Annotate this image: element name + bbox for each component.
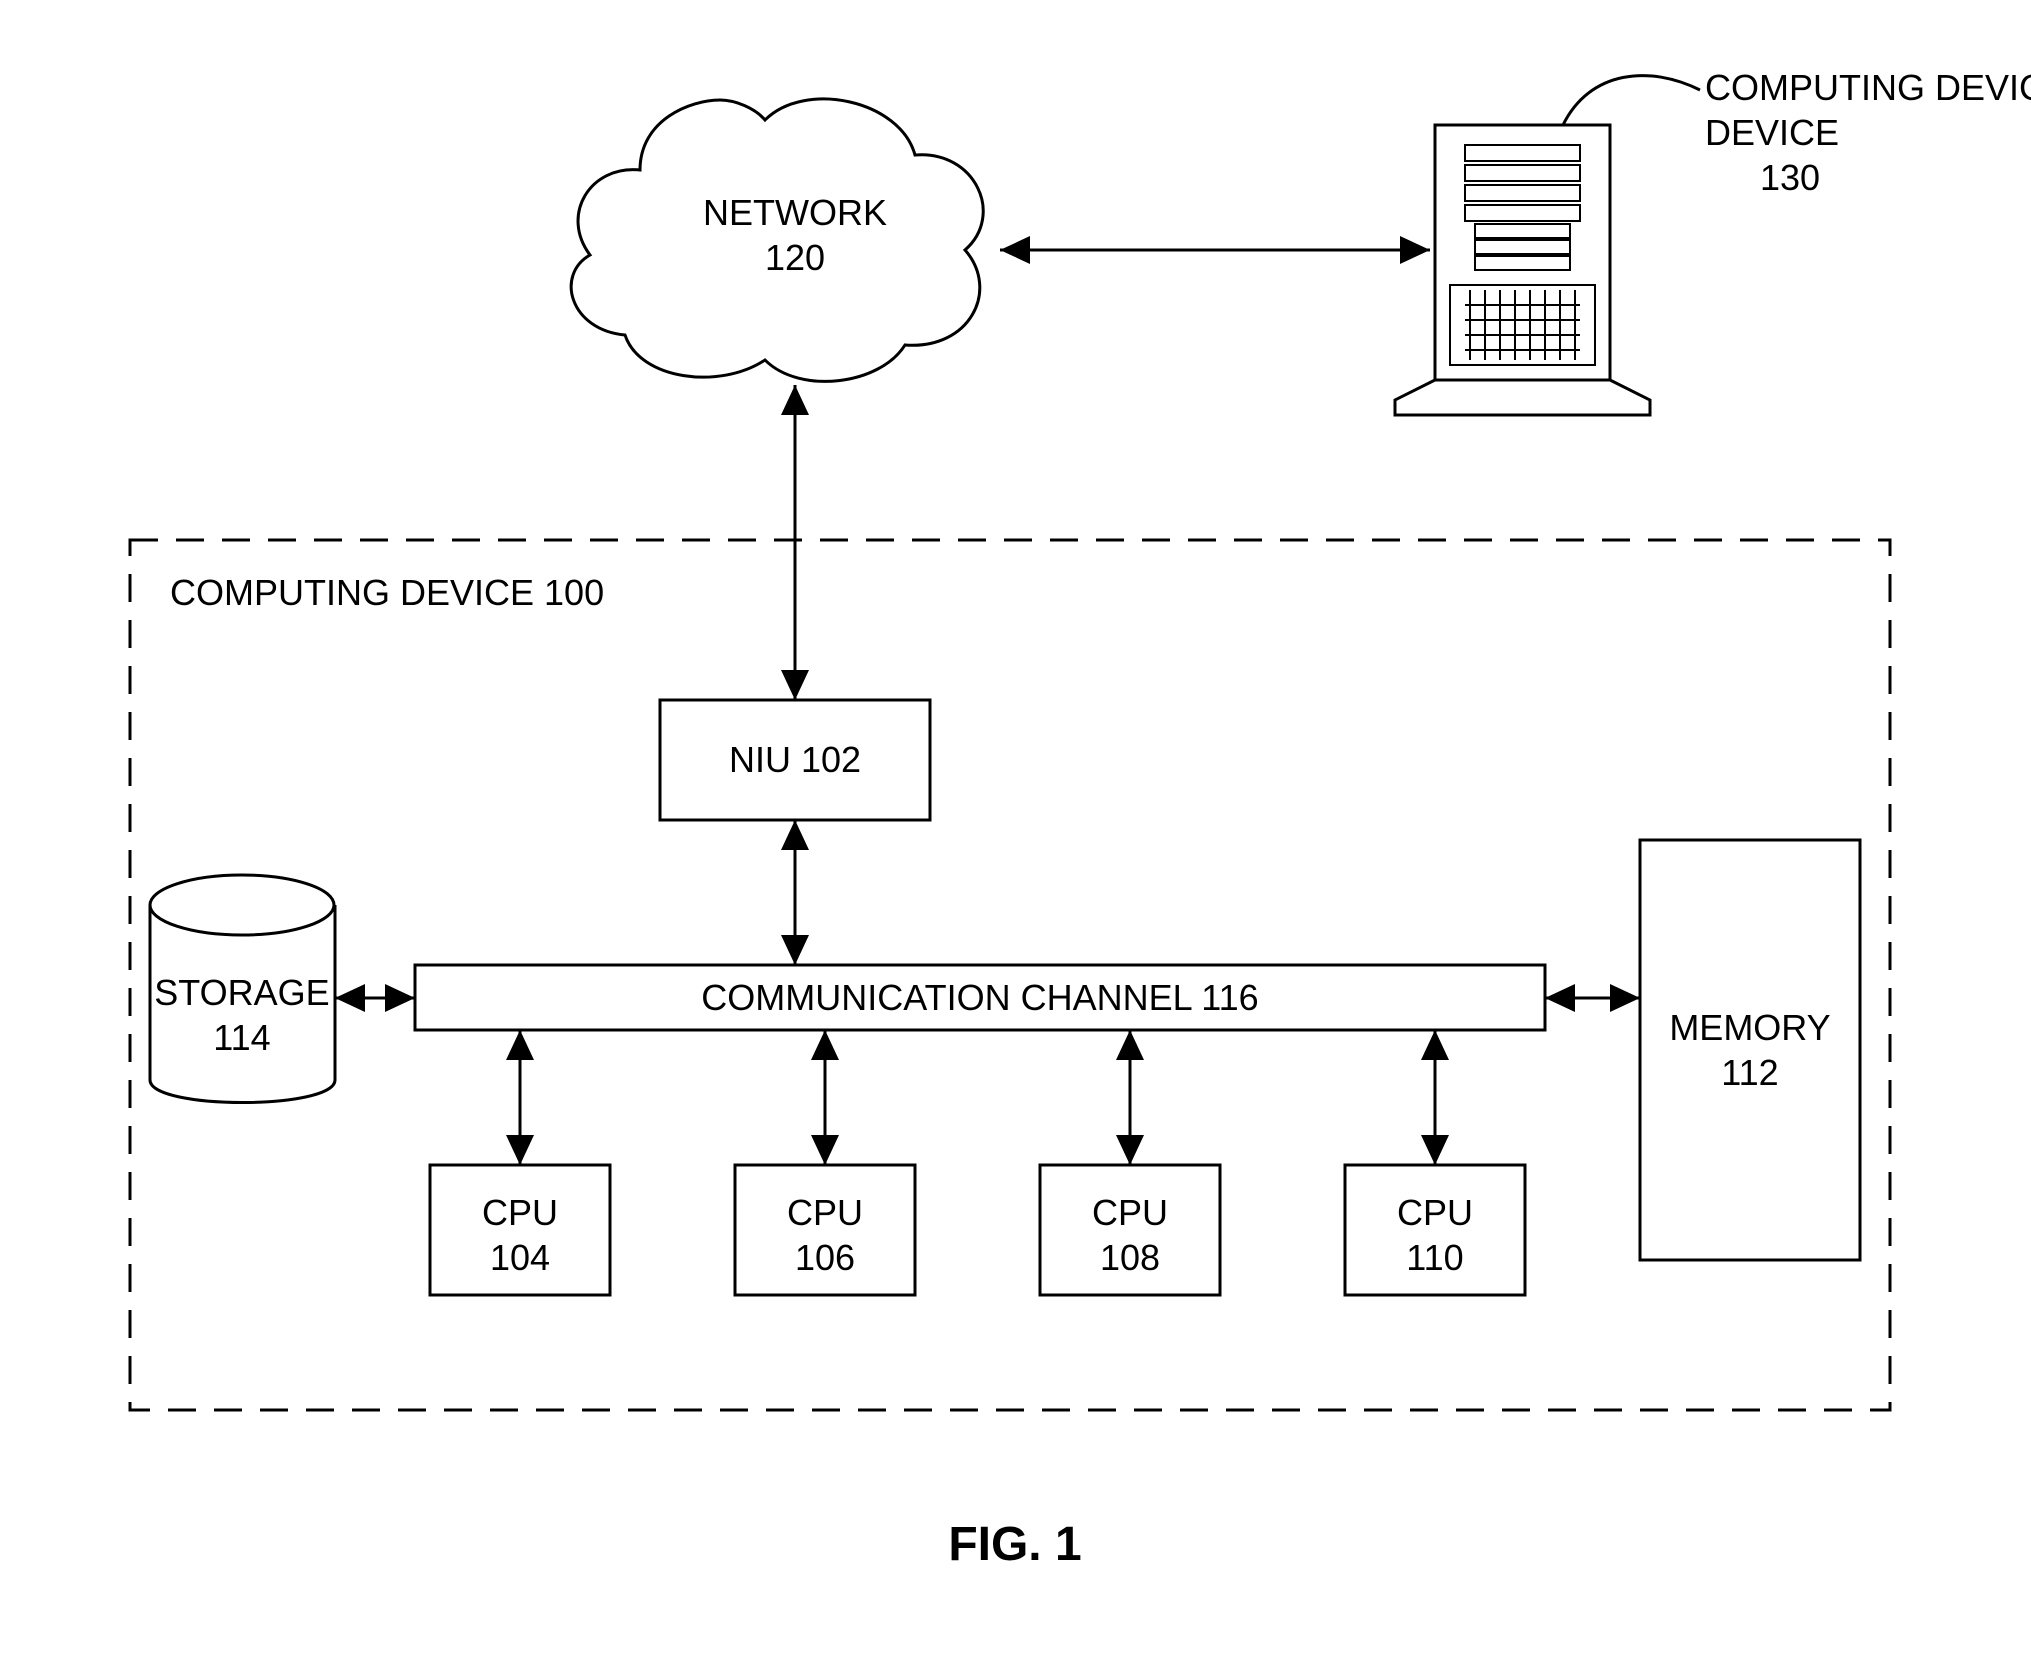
computing-device-ext-ref: 130 <box>1760 157 1820 198</box>
cpu-104-name: CPU <box>482 1192 558 1233</box>
memory-name: MEMORY <box>1669 1007 1830 1048</box>
arrow-channel-memory <box>1545 984 1640 1012</box>
computing-device-ext-label: COMPUTING DEVICE <box>1705 67 2031 108</box>
storage-cylinder: STORAGE 114 <box>150 875 335 1103</box>
arrow-channel-cpu106 <box>811 1030 839 1165</box>
arrow-channel-cpu110 <box>1421 1030 1449 1165</box>
cpu-106-name: CPU <box>787 1192 863 1233</box>
computing-device-ext-label-2: DEVICE <box>1705 112 1839 153</box>
cpu-108-name: CPU <box>1092 1192 1168 1233</box>
storage-ref: 114 <box>213 1017 270 1058</box>
niu-label: NIU 102 <box>729 739 861 780</box>
communication-channel-label: COMMUNICATION CHANNEL 116 <box>701 977 1258 1018</box>
arrow-network-niu <box>781 385 809 700</box>
cpu-106-ref: 106 <box>795 1237 855 1278</box>
cpu-104: CPU 104 <box>430 1165 610 1295</box>
memory-box <box>1640 840 1860 1260</box>
network-cloud: NETWORK 120 <box>571 99 983 381</box>
arrow-channel-cpu108 <box>1116 1030 1144 1165</box>
callout-line <box>1563 76 1700 125</box>
cpu-110-name: CPU <box>1397 1192 1473 1233</box>
cpu-108-ref: 108 <box>1100 1237 1160 1278</box>
memory-ref: 112 <box>1721 1052 1778 1093</box>
cpu-110-ref: 110 <box>1406 1237 1463 1278</box>
arrow-network-server <box>1000 236 1430 264</box>
computing-device-icon <box>1395 125 1650 415</box>
cpu-108: CPU 108 <box>1040 1165 1220 1295</box>
figure-canvas: COMPUTING DEVICE 100 NETWORK 120 <box>0 0 2031 1680</box>
cpu-104-ref: 104 <box>490 1237 550 1278</box>
network-name: NETWORK <box>703 192 887 233</box>
computing-device-100-label: COMPUTING DEVICE 100 <box>170 572 604 613</box>
cpu-106: CPU 106 <box>735 1165 915 1295</box>
figure-caption: FIG. 1 <box>948 1518 1081 1571</box>
storage-name: STORAGE <box>154 972 329 1013</box>
arrow-storage-channel <box>335 984 415 1012</box>
arrow-niu-channel <box>781 820 809 965</box>
network-ref: 120 <box>765 237 825 278</box>
arrow-channel-cpu104 <box>506 1030 534 1165</box>
cpu-110: CPU 110 <box>1345 1165 1525 1295</box>
